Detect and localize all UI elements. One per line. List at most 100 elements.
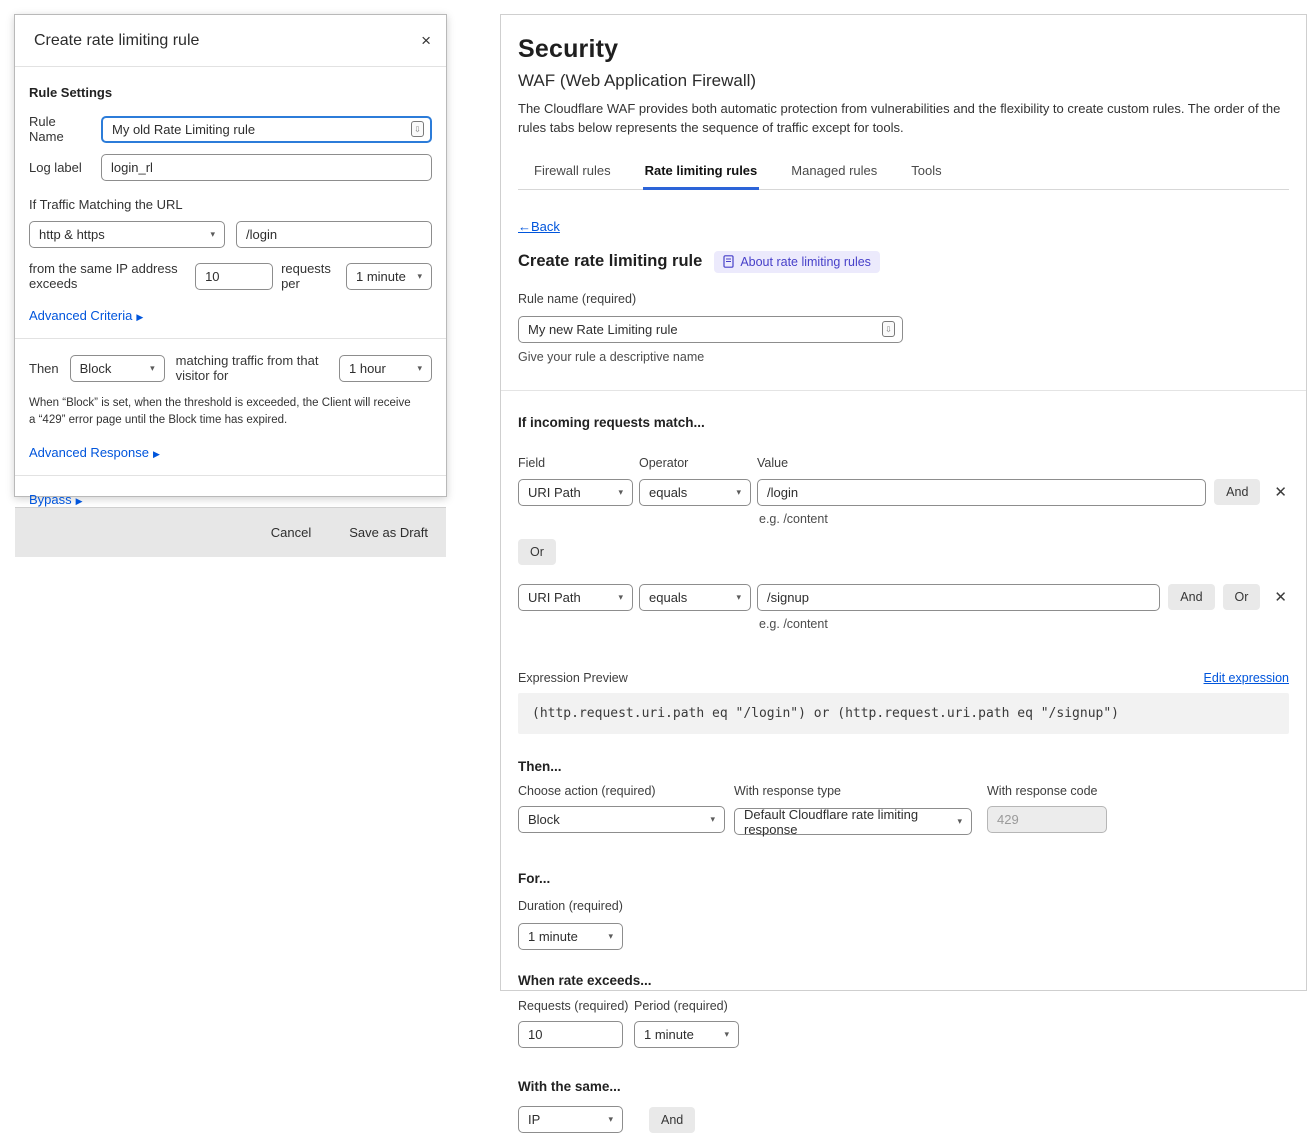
- or-connector-button[interactable]: Or: [1223, 584, 1261, 610]
- duration-label: Duration (required): [518, 899, 623, 913]
- duration-select[interactable]: 1 minute ▾: [518, 923, 623, 950]
- and-characteristic-button[interactable]: And: [649, 1107, 695, 1133]
- remove-row-icon[interactable]: ✕: [1272, 588, 1289, 606]
- modal-title: Create rate limiting rule: [34, 32, 199, 50]
- value-helper: e.g. /content: [759, 512, 1289, 526]
- security-waf-panel: Security WAF (Web Application Firewall) …: [500, 14, 1307, 991]
- save-as-draft-button[interactable]: Save as Draft: [349, 525, 428, 540]
- rule-name-label: Rule name (required): [518, 292, 636, 306]
- url-input[interactable]: [236, 221, 432, 248]
- autofill-extension-icon[interactable]: ⇩: [411, 121, 424, 137]
- chevron-down-icon: ▾: [417, 272, 422, 281]
- chevron-down-icon: ▾: [618, 593, 623, 602]
- create-rate-limiting-rule-modal: Create rate limiting rule × Rule Setting…: [14, 14, 447, 497]
- cancel-button[interactable]: Cancel: [271, 525, 311, 540]
- divider: [15, 475, 446, 476]
- then-label: Then: [29, 361, 59, 376]
- tab-rate-limiting-rules[interactable]: Rate limiting rules: [643, 157, 760, 190]
- tab-managed-rules[interactable]: Managed rules: [789, 157, 879, 190]
- same-section-heading: With the same...: [518, 1079, 1289, 1094]
- threshold-row: from the same IP address exceeds request…: [29, 261, 432, 291]
- requests-input[interactable]: [518, 1021, 623, 1048]
- autofill-extension-icon[interactable]: ⇩: [882, 321, 895, 337]
- chevron-down-icon: ▾: [736, 593, 741, 602]
- divider: [15, 338, 446, 339]
- threshold-input[interactable]: [195, 263, 273, 290]
- chevron-down-icon: ▾: [210, 230, 215, 239]
- modal-header: Create rate limiting rule ×: [15, 15, 446, 67]
- action-select[interactable]: Block ▾: [70, 355, 165, 382]
- period-select[interactable]: 1 minute ▾: [634, 1021, 739, 1048]
- waf-tabs: Firewall rules Rate limiting rules Manag…: [518, 157, 1289, 190]
- triangle-right-icon: ▶: [76, 496, 83, 506]
- match-section-heading: If incoming requests match...: [518, 415, 1289, 430]
- tab-firewall-rules[interactable]: Firewall rules: [532, 157, 613, 190]
- rule-name-input[interactable]: [518, 316, 903, 343]
- divider: [501, 390, 1306, 391]
- choose-action-label: Choose action (required): [518, 784, 725, 798]
- match-row: URI Path ▾ equals ▾ And Or ✕: [518, 584, 1289, 611]
- expression-preview-code: (http.request.uri.path eq "/login") or (…: [518, 693, 1289, 734]
- triangle-right-icon: ▶: [153, 449, 160, 459]
- chevron-down-icon: ▾: [736, 488, 741, 497]
- operator-select[interactable]: equals ▾: [639, 584, 751, 611]
- about-rate-limiting-rules-badge[interactable]: About rate limiting rules: [714, 251, 880, 273]
- url-match-row: http & https ▾: [29, 221, 432, 248]
- field-select[interactable]: URI Path ▾: [518, 479, 633, 506]
- rate-section-heading: When rate exceeds...: [518, 973, 1289, 988]
- advanced-criteria-link[interactable]: Advanced Criteria▶: [29, 308, 143, 323]
- for-section-heading: For...: [518, 871, 1289, 886]
- requests-label: Requests (required): [518, 999, 634, 1013]
- block-duration-select[interactable]: 1 hour ▾: [339, 355, 432, 382]
- and-connector-button[interactable]: And: [1168, 584, 1214, 610]
- then-row: Then Block ▾ matching traffic from that …: [29, 353, 432, 383]
- then-mid-text: matching traffic from that visitor for: [176, 353, 328, 383]
- chevron-down-icon: ▾: [618, 488, 623, 497]
- advanced-response-link[interactable]: Advanced Response▶: [29, 445, 160, 460]
- close-icon[interactable]: ×: [421, 32, 431, 49]
- chevron-down-icon: ▾: [150, 364, 155, 373]
- and-connector-button[interactable]: And: [1214, 479, 1260, 505]
- chevron-down-icon: ▾: [608, 1115, 613, 1124]
- or-connector-button[interactable]: Or: [518, 539, 556, 565]
- modal-body: Rule Settings Rule Name ⇩ Log label If T…: [15, 67, 446, 507]
- back-link[interactable]: ←Back: [518, 219, 560, 234]
- response-code-label: With response code: [987, 784, 1107, 798]
- expression-preview-label: Expression Preview: [518, 671, 628, 685]
- remove-row-icon[interactable]: ✕: [1272, 483, 1289, 501]
- field-column-label: Field: [518, 456, 633, 470]
- log-label-row: Log label: [29, 154, 432, 181]
- log-label-input[interactable]: [101, 154, 432, 181]
- action-select[interactable]: Block ▾: [518, 806, 725, 833]
- rule-name-input[interactable]: [101, 116, 432, 143]
- page-title: Security: [518, 35, 1289, 64]
- chevron-down-icon: ▾: [724, 1030, 729, 1039]
- operator-column-label: Operator: [639, 456, 751, 470]
- chevron-down-icon: ▾: [417, 364, 422, 373]
- form-title: Create rate limiting rule: [518, 252, 702, 271]
- chevron-down-icon: ▾: [957, 817, 962, 826]
- rule-name-helper: Give your rule a descriptive name: [518, 350, 1289, 364]
- edit-expression-link[interactable]: Edit expression: [1204, 671, 1289, 685]
- bypass-link[interactable]: Bypass▶: [29, 492, 83, 507]
- scheme-select[interactable]: http & https ▾: [29, 221, 225, 248]
- modal-footer: Cancel Save as Draft: [15, 507, 446, 557]
- period-select[interactable]: 1 minute ▾: [346, 263, 432, 290]
- value-input[interactable]: [757, 479, 1206, 506]
- value-column-label: Value: [757, 456, 788, 470]
- threshold-mid-text: requests per: [281, 261, 338, 291]
- page-description: The Cloudflare WAF provides both automat…: [518, 100, 1289, 138]
- response-code-input: [987, 806, 1107, 833]
- match-row: URI Path ▾ equals ▾ And ✕: [518, 479, 1289, 506]
- characteristic-select[interactable]: IP ▾: [518, 1106, 623, 1133]
- threshold-prefix-text: from the same IP address exceeds: [29, 261, 187, 291]
- log-label-label: Log label: [29, 160, 93, 175]
- value-input[interactable]: [757, 584, 1160, 611]
- operator-select[interactable]: equals ▾: [639, 479, 751, 506]
- period-label: Period (required): [634, 999, 728, 1013]
- response-type-select[interactable]: Default Cloudflare rate limiting respons…: [734, 808, 972, 835]
- rule-name-label: Rule Name: [29, 114, 93, 144]
- response-type-label: With response type: [734, 784, 972, 798]
- tab-tools[interactable]: Tools: [909, 157, 943, 190]
- field-select[interactable]: URI Path ▾: [518, 584, 633, 611]
